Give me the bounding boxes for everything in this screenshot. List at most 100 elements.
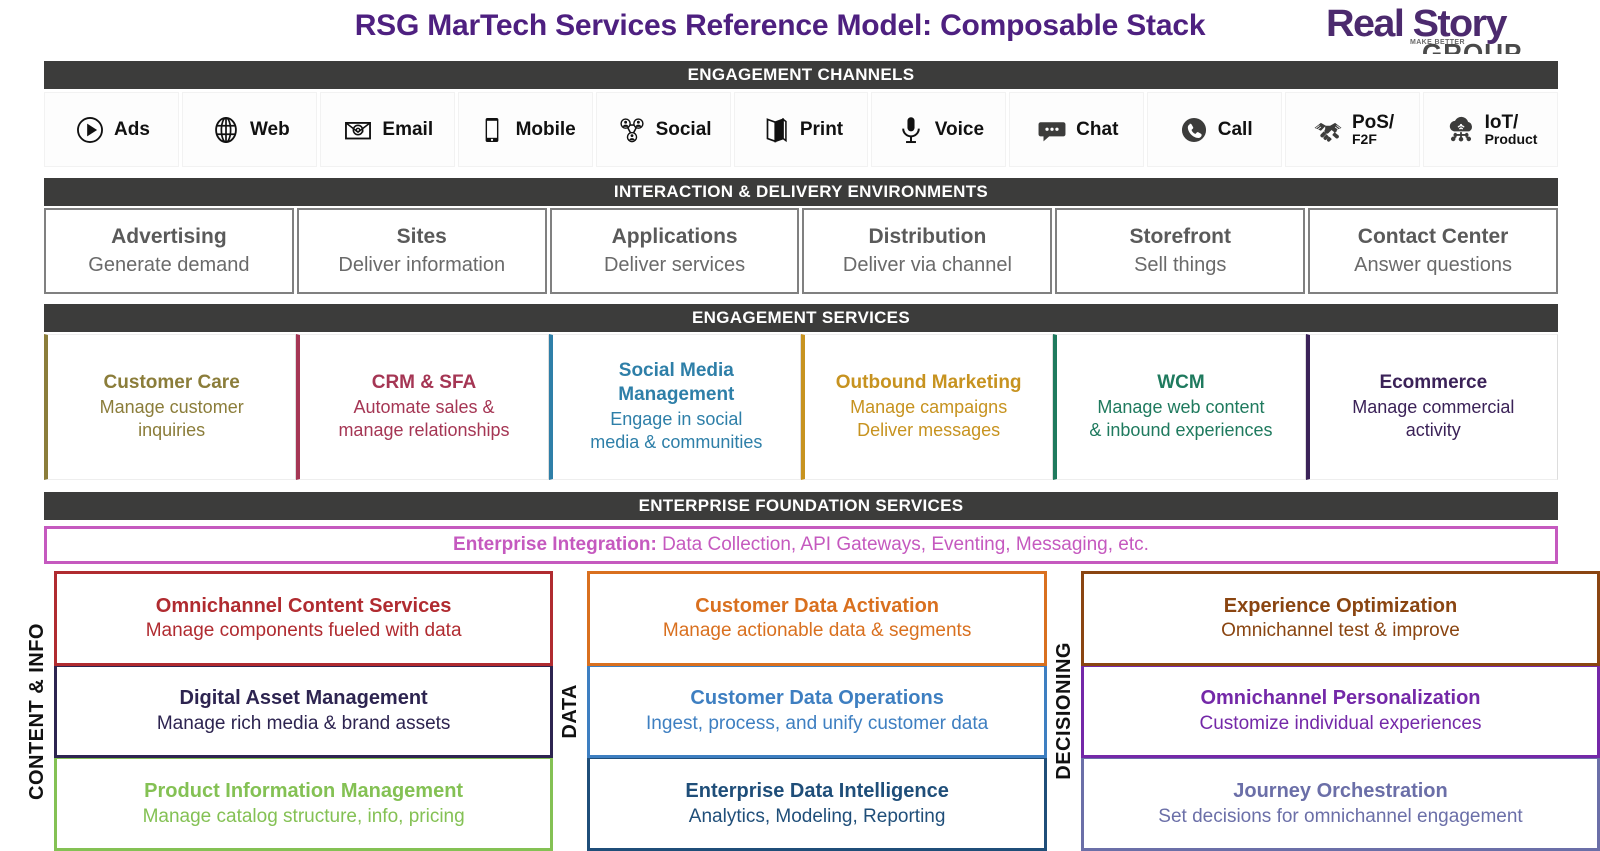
channel-print[interactable]: Print [733, 92, 869, 167]
service-box-title: Customer Data Operations [690, 687, 944, 710]
engagement-service-outboundmarketing[interactable]: Outbound Marketing Manage campaigns Delive… [800, 334, 1054, 480]
engagement-service-wcm[interactable]: WCM Manage web content & inbound experienc… [1053, 334, 1306, 480]
enterprise-integration-items: Data Collection, API Gateways, Eventing,… [656, 534, 1149, 555]
channel-voice[interactable]: Voice [871, 92, 1007, 167]
environment-desc: Sell things [1134, 253, 1227, 276]
service-box-journeyorchestration[interactable]: Journey Orchestration Set decisions for o… [1081, 756, 1600, 851]
environment-card-applications[interactable]: Applications Deliver services [549, 208, 800, 294]
column-box-stack: Experience Optimization Omnichannel test … [1081, 571, 1600, 851]
service-box-desc: Analytics, Modeling, Reporting [688, 805, 946, 827]
foundation-column-contentinfo: CONTENT & INFO Omnichannel Content Servic… [20, 571, 554, 851]
service-box-title: Journey Orchestration [1233, 780, 1448, 803]
environment-card-distribution[interactable]: Distribution Deliver via channel [802, 208, 1053, 294]
band-interaction-delivery: INTERACTION & DELIVERY ENVIRONMENTS [44, 178, 1558, 206]
service-box-desc: Set decisions for omnichannel engagement [1158, 805, 1523, 827]
column-axis-label: DECISIONING [1047, 571, 1081, 851]
channel-label: Chat [1076, 118, 1119, 140]
engagement-service-socialmediamanagement[interactable]: Social Media Management Engage in social me… [548, 334, 801, 480]
channel-label: IoT/Product [1484, 111, 1538, 148]
channel-chat[interactable]: Chat [1009, 92, 1145, 167]
channel-label: Voice [934, 118, 985, 140]
engagement-service-customercare[interactable]: Customer Care Manage customer inquiries [44, 334, 297, 480]
engagement-service-ecommerce[interactable]: Ecommerce Manage commercial activity [1305, 334, 1558, 480]
band-engagement-services: ENGAGEMENT SERVICES [44, 304, 1558, 332]
interaction-environments-row: Advertising Generate demand Sites Deliver i… [44, 208, 1558, 294]
play-circle-icon [77, 116, 103, 143]
service-box-title: Customer Data Activation [695, 594, 939, 617]
engagement-service-title: Customer Care [103, 371, 240, 393]
handshake-icon [1314, 122, 1342, 142]
environment-card-advertising[interactable]: Advertising Generate demand [44, 208, 294, 294]
enterprise-integration-bar: Enterprise Integration: Data Collection,… [44, 526, 1558, 564]
envelope-at-icon [345, 121, 372, 139]
channel-mobile[interactable]: Mobile [457, 92, 593, 167]
engagement-service-desc: Manage customer inquiries [99, 396, 244, 441]
service-box-digitalassetmanagement[interactable]: Digital Asset Management Manage rich medi… [54, 663, 554, 759]
service-box-desc: Ingest, process, and unify customer data [646, 712, 989, 734]
environment-title: Advertising [111, 225, 227, 249]
channel-ads[interactable]: Ads [44, 92, 179, 167]
environment-desc: Generate demand [88, 253, 250, 276]
engagement-service-title: Outbound Marketing [835, 371, 1022, 393]
engagement-service-desc: Manage campaigns Deliver messages [850, 396, 1008, 441]
globe-icon [215, 116, 237, 143]
reference-model-diagram: RSG MarTech Services Reference Model: Co… [0, 0, 1600, 851]
band-enterprise-foundation: ENTERPRISE FOUNDATION SERVICES [44, 492, 1558, 520]
column-axis-label: DATA [553, 571, 587, 851]
service-box-customerdataoperations[interactable]: Customer Data Operations Ingest, process,… [587, 663, 1047, 759]
channel-email[interactable]: Email [319, 92, 455, 167]
channel-web[interactable]: Web [181, 92, 317, 167]
environment-title: Applications [611, 225, 738, 249]
column-axis-label-text: DATA [558, 683, 581, 739]
service-box-desc: Manage rich media & brand assets [156, 712, 451, 734]
chat-bubble-icon [1038, 121, 1066, 141]
service-box-enterprisedataintelligence[interactable]: Enterprise Data Intelligence Analytics, M… [587, 756, 1047, 851]
smartphone-icon [485, 117, 498, 142]
environment-title: Distribution [868, 225, 987, 249]
service-box-experienceoptimization[interactable]: Experience Optimization Omnichannel test … [1081, 571, 1600, 666]
column-axis-label: CONTENT & INFO [20, 571, 54, 851]
service-box-desc: Manage components fueled with data [145, 620, 462, 642]
engagement-channels-row: Ads Web Email Mobile Social Print Voice Chat Cal… [44, 92, 1558, 167]
channel-label: PoS/F2F [1351, 111, 1395, 148]
service-box-title: Omnichannel Personalization [1200, 687, 1481, 710]
foundation-columns: CONTENT & INFO Omnichannel Content Servic… [0, 571, 1600, 851]
service-box-omnichannelpersonalization[interactable]: Omnichannel Personalization Customize ind… [1081, 663, 1600, 759]
engagement-service-desc: Manage web content & inbound experiences [1089, 396, 1273, 441]
channel-social[interactable]: Social [595, 92, 731, 167]
title-bar: RSG MarTech Services Reference Model: Co… [0, 0, 1600, 56]
service-box-title: Experience Optimization [1223, 594, 1458, 617]
band-engagement-channels: ENGAGEMENT CHANNELS [44, 61, 1558, 89]
environment-title: Storefront [1129, 225, 1231, 249]
environment-card-sites[interactable]: Sites Deliver information [296, 208, 547, 294]
channel-label: Call [1217, 118, 1253, 140]
column-axis-label-text: CONTENT & INFO [25, 622, 48, 800]
environment-card-contactcenter[interactable]: Contact Center Answer questions [1308, 208, 1558, 294]
enterprise-integration-text: Enterprise Integration: Data Collection,… [453, 534, 1149, 556]
engagement-service-title: Ecommerce [1379, 371, 1488, 393]
column-axis-label-text: DECISIONING [1052, 642, 1075, 780]
environment-desc: Deliver via channel [842, 253, 1012, 276]
channel-pos[interactable]: PoS/F2F [1285, 92, 1421, 167]
environment-title: Contact Center [1357, 225, 1509, 249]
brochure-icon [766, 117, 787, 143]
environment-card-storefront[interactable]: Storefront Sell things [1055, 208, 1306, 294]
service-box-desc: Manage actionable data & segments [662, 620, 972, 642]
channel-call[interactable]: Call [1147, 92, 1283, 167]
phone-icon [1181, 117, 1206, 142]
service-box-omnichannelcontentservices[interactable]: Omnichannel Content Services Manage compo… [54, 571, 554, 666]
channel-iot[interactable]: IoT/Product [1423, 92, 1558, 167]
logo-group-text: GROUP [1422, 38, 1523, 54]
foundation-column-decisioning: DECISIONING Experience Optimization Omnich… [1047, 571, 1600, 851]
social-network-icon [619, 117, 644, 142]
channel-label: Web [249, 118, 290, 140]
engagement-service-crmsfa[interactable]: CRM & SFA Automate sales & manage relation… [296, 334, 549, 480]
engagement-service-desc: Automate sales & manage relationships [338, 396, 510, 441]
channel-label: Ads [114, 118, 150, 140]
service-box-title: Digital Asset Management [179, 687, 428, 710]
channel-label: Social [655, 118, 712, 140]
service-box-productinformationmanagement[interactable]: Product Information Management Manage cat… [54, 756, 554, 851]
environment-desc: Answer questions [1354, 253, 1512, 276]
foundation-column-data: DATA Customer Data Activation Manage actio… [553, 571, 1047, 851]
service-box-customerdataactivation[interactable]: Customer Data Activation Manage actionabl… [587, 571, 1047, 666]
